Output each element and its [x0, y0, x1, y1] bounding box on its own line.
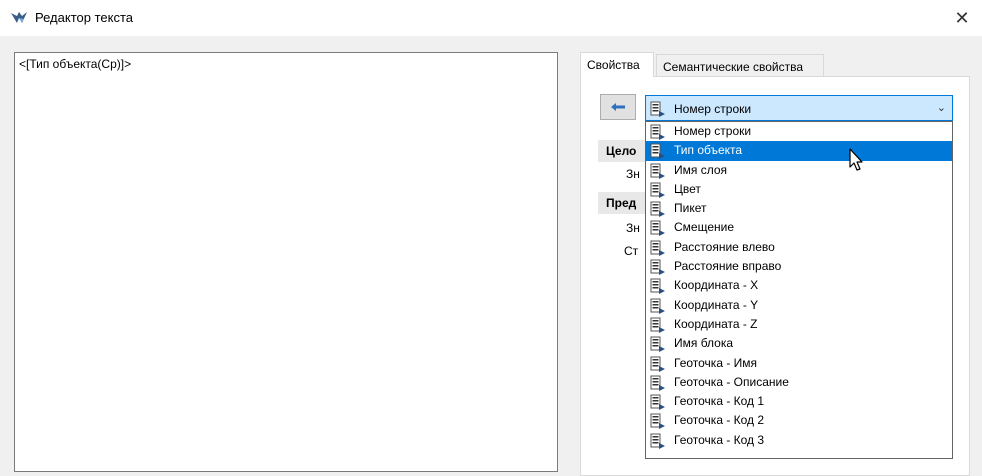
dropdown-item[interactable]: Имя блока: [646, 334, 952, 353]
dropdown-item-label: Номер строки: [674, 124, 752, 138]
field-list-item-icon: [650, 163, 665, 179]
dropdown-item-label: Геоточка - Описание: [674, 374, 789, 389]
dropdown-item-label: Расстояние влево: [674, 239, 775, 254]
editor-content: <[Тип объекта(Ср)]>: [19, 57, 132, 71]
close-icon: ✕: [954, 7, 970, 28]
dropdown-item-label: Цвет: [674, 181, 701, 196]
field-label-2: Зн: [626, 221, 640, 235]
dropdown-item-label: Геоточка - Код 3: [674, 432, 765, 447]
close-button[interactable]: ✕: [942, 0, 982, 36]
field-list-item-icon: [650, 298, 665, 314]
dropdown-item[interactable]: Имя слоя: [646, 161, 952, 180]
field-list-item-icon: [650, 336, 665, 353]
field-list-item-icon: [650, 375, 665, 391]
field-list-item-icon: [650, 240, 665, 256]
dropdown-item[interactable]: Геоточка - Имя: [646, 354, 952, 373]
dropdown-item[interactable]: Координата - Y: [646, 296, 952, 315]
app-logo-icon: [11, 12, 27, 23]
text-editor[interactable]: <[Тип объекта(Ср)]>: [14, 52, 558, 472]
field-list-item-icon: [650, 317, 665, 333]
dropdown-item[interactable]: Тип объекта: [646, 141, 952, 161]
dropdown-item[interactable]: Координата - Z: [646, 315, 952, 334]
dropdown-item-label: Координата - X: [674, 278, 759, 293]
dropdown-item[interactable]: Координата - X: [646, 276, 952, 295]
tab-properties-label: Свойства: [587, 58, 640, 72]
field-list-item-icon: [650, 278, 665, 295]
dropdown-item[interactable]: Цвет: [646, 180, 952, 199]
field-label-3: Ст: [624, 244, 639, 258]
field-list-item-icon: [650, 356, 665, 372]
dropdown-item[interactable]: Смещение: [646, 218, 952, 237]
field-list-item-icon: [650, 259, 665, 276]
field-list-item-icon: [650, 101, 665, 117]
chevron-down-icon[interactable]: ⌄: [937, 101, 946, 114]
field-select-combo[interactable]: Номер строки ⌄: [645, 95, 953, 121]
tab-semantic-properties[interactable]: Семантические свойства: [656, 54, 824, 76]
dropdown-item-label: Геоточка - Имя: [674, 355, 758, 370]
field-list-item-icon: [650, 124, 665, 140]
dropdown-item[interactable]: Номер строки: [646, 122, 952, 141]
dropdown-item[interactable]: Расстояние влево: [646, 238, 952, 257]
dropdown-item-label: Имя блока: [674, 336, 734, 351]
mouse-cursor-icon: [849, 148, 863, 171]
back-arrow-icon: [611, 103, 625, 111]
field-dropdown-list[interactable]: Номер строки Тип объекта Имя слоя Цвет Пикет…: [645, 121, 953, 459]
tab-properties[interactable]: Свойства: [580, 52, 654, 77]
dropdown-item[interactable]: Пикет: [646, 199, 952, 218]
dropdown-item-label: Координата - Y: [674, 297, 759, 312]
dropdown-item[interactable]: Геоточка - Код 1: [646, 392, 952, 411]
dropdown-item-label: Координата - Z: [674, 316, 758, 331]
window-title: Редактор текста: [35, 10, 133, 25]
field-list-item-icon: [650, 394, 665, 411]
dropdown-item-label: Геоточка - Код 2: [674, 413, 765, 428]
field-list-item-icon: [650, 182, 665, 198]
dropdown-item-label: Пикет: [674, 201, 707, 216]
dropdown-item[interactable]: Геоточка - Описание: [646, 373, 952, 392]
field-list-item-icon: [650, 220, 665, 237]
back-button[interactable]: [600, 94, 636, 120]
dropdown-item-label: Тип объекта: [674, 143, 743, 158]
dropdown-item[interactable]: Расстояние вправо: [646, 257, 952, 276]
field-list-item-icon: [650, 201, 665, 218]
dropdown-item-label: Геоточка - Код 1: [674, 394, 765, 409]
dropdown-item-label: Расстояние вправо: [674, 259, 782, 274]
dropdown-item-label: Смещение: [674, 220, 735, 235]
dropdown-item[interactable]: Геоточка - Код 3: [646, 431, 952, 450]
group-title-2: Пред: [606, 196, 637, 210]
combo-selected-value: Номер строки: [674, 102, 752, 116]
dropdown-item-label: Имя слоя: [674, 162, 728, 177]
field-label-1: Зн: [626, 167, 640, 181]
tab-semantic-properties-label: Семантические свойства: [663, 60, 804, 74]
title-bar: Редактор текста ✕: [0, 0, 982, 36]
group-title-1: Цело: [606, 144, 637, 158]
field-list-item-icon: [650, 143, 665, 160]
dropdown-item[interactable]: Геоточка - Код 2: [646, 411, 952, 430]
field-list-item-icon: [650, 413, 665, 430]
field-list-item-icon: [650, 433, 665, 449]
